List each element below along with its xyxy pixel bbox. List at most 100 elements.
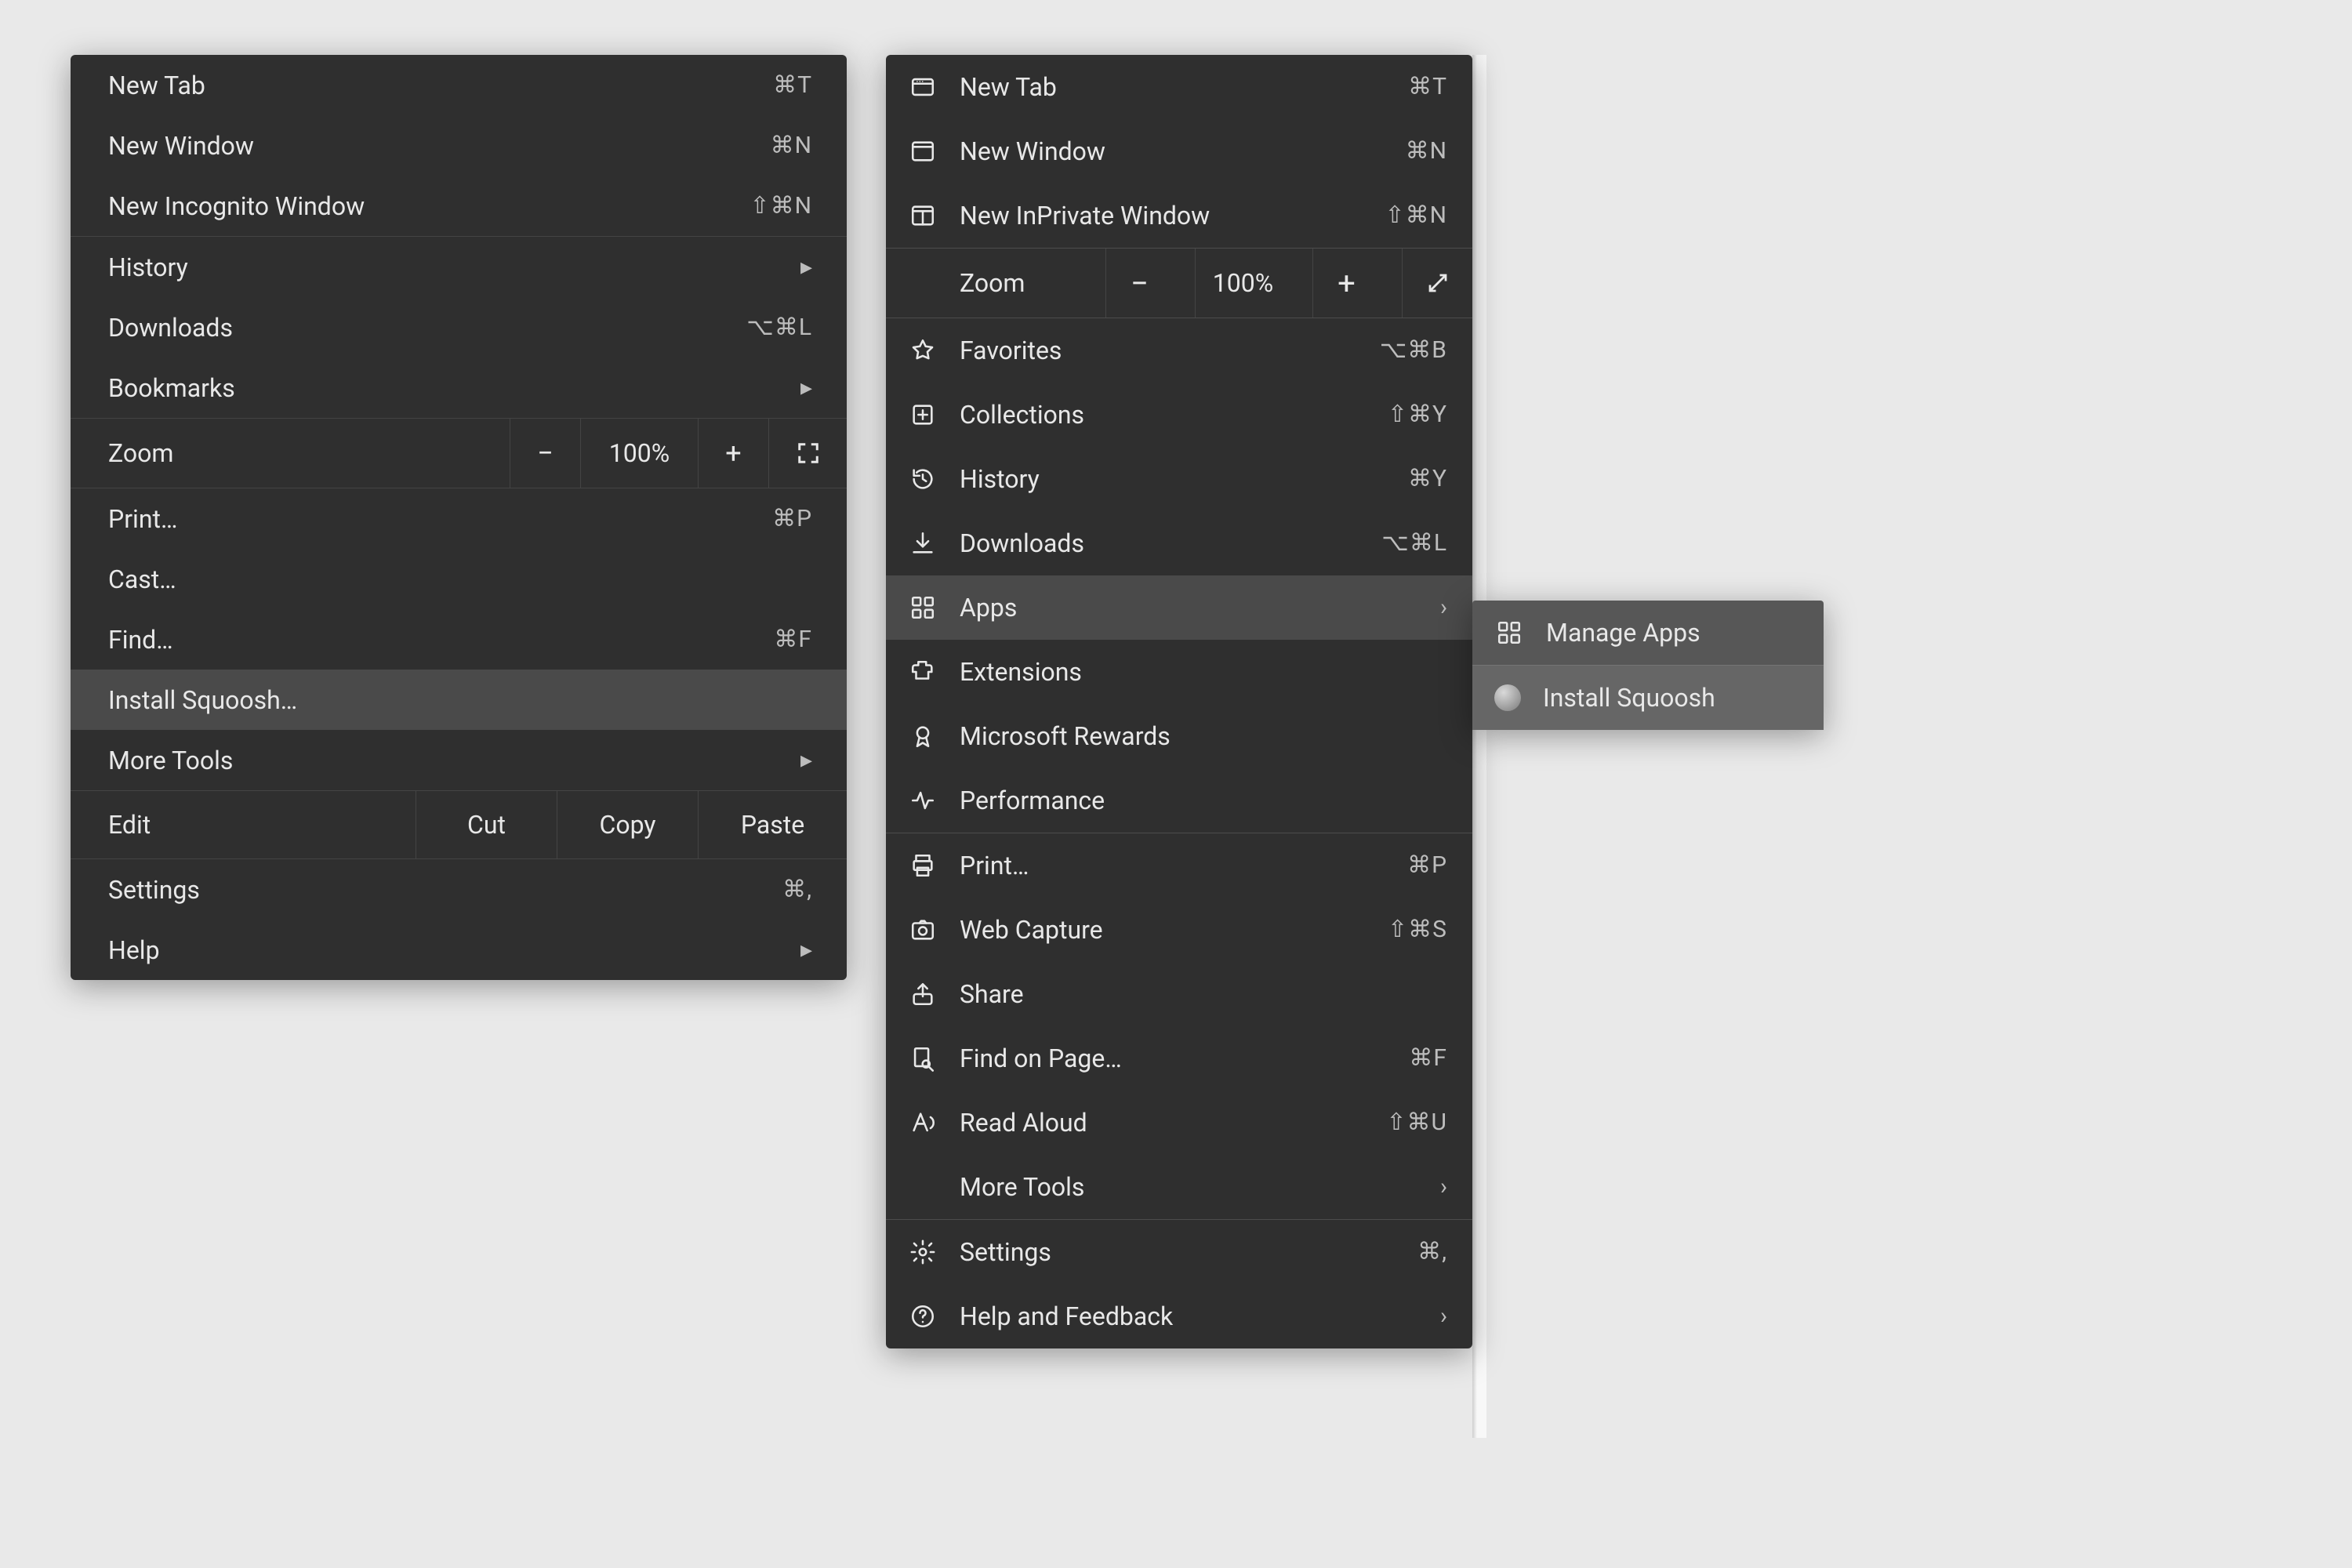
paste-button[interactable]: Paste — [698, 791, 847, 858]
submenu-chevron-icon: › — [1440, 596, 1447, 619]
menu-item-new-tab[interactable]: New Tab ⌘T — [886, 55, 1472, 119]
submenu-item-install-squoosh[interactable]: Install Squoosh — [1472, 666, 1824, 730]
menu-item-history[interactable]: History ▸ — [71, 237, 847, 297]
zoom-out-button[interactable]: − — [1105, 249, 1173, 318]
submenu-chevron-icon: ▸ — [800, 376, 812, 400]
menu-item-new-window[interactable]: New Window ⌘N — [886, 119, 1472, 183]
menu-item-install-app[interactable]: Install Squoosh… — [71, 670, 847, 730]
menu-item-extensions[interactable]: Extensions — [886, 640, 1472, 704]
menu-item-cast[interactable]: Cast… — [71, 549, 847, 609]
menu-item-new-inprivate-window[interactable]: New InPrivate Window ⇧⌘N — [886, 183, 1472, 248]
submenu-chevron-icon: › — [1440, 1305, 1447, 1328]
shortcut-label: ⌘, — [1417, 1240, 1447, 1264]
submenu-item-manage-apps[interactable]: Manage Apps — [1472, 601, 1824, 665]
menu-item-bookmarks[interactable]: Bookmarks ▸ — [71, 358, 847, 418]
shortcut-label: ⌘P — [1407, 854, 1447, 877]
menu-item-more-tools[interactable]: More Tools › — [886, 1155, 1472, 1219]
performance-icon — [908, 786, 938, 815]
menu-item-help[interactable]: Help ▸ — [71, 920, 847, 980]
menu-item-print[interactable]: Print… ⌘P — [886, 833, 1472, 898]
menu-item-favorites[interactable]: Favorites ⌥⌘B — [886, 318, 1472, 383]
submenu-chevron-icon: ▸ — [800, 256, 812, 279]
zoom-value: 100% — [1195, 249, 1290, 318]
new-window-icon — [908, 136, 938, 166]
menu-item-label: New Incognito Window — [108, 194, 750, 219]
shortcut-label: ⌥⌘L — [746, 316, 812, 339]
menu-item-label: Find on Page… — [960, 1046, 1387, 1071]
menu-item-new-incognito-window[interactable]: New Incognito Window ⇧⌘N — [71, 176, 847, 236]
expand-icon — [1426, 271, 1450, 295]
menu-item-more-tools[interactable]: More Tools ▸ — [71, 730, 847, 790]
zoom-row: Zoom − 100% + — [71, 419, 847, 488]
shortcut-label: ⌘F — [1409, 1047, 1447, 1070]
menu-item-label: Cast… — [108, 567, 812, 592]
menu-item-label: Install Squoosh… — [108, 688, 812, 713]
shortcut-label: ⌘F — [774, 628, 812, 652]
web-capture-icon — [908, 915, 938, 945]
menu-item-label: New Tab — [108, 73, 773, 98]
shortcut-label: ⇧⌘U — [1386, 1111, 1447, 1134]
menu-item-label: Microsoft Rewards — [960, 724, 1447, 749]
menu-item-help-and-feedback[interactable]: Help and Feedback › — [886, 1284, 1472, 1348]
menu-item-label: Apps — [960, 595, 1418, 620]
menu-item-label: Web Capture — [960, 917, 1366, 942]
menu-item-new-tab[interactable]: New Tab ⌘T — [71, 55, 847, 115]
copy-button[interactable]: Copy — [557, 791, 698, 858]
share-icon — [908, 979, 938, 1009]
help-icon — [908, 1301, 938, 1331]
extensions-icon — [908, 657, 938, 687]
zoom-out-button[interactable]: − — [510, 419, 580, 488]
shortcut-label: ⌘T — [773, 74, 812, 97]
menu-item-label: New Window — [960, 139, 1384, 164]
settings-icon — [908, 1237, 938, 1267]
menu-item-label: More Tools — [960, 1174, 1418, 1200]
rewards-icon — [908, 721, 938, 751]
menu-item-settings[interactable]: Settings ⌘, — [71, 859, 847, 920]
menu-item-downloads[interactable]: Downloads ⌥⌘L — [71, 297, 847, 358]
shortcut-label: ⌘T — [1408, 75, 1447, 99]
zoom-in-button[interactable]: + — [1312, 249, 1380, 318]
menu-item-downloads[interactable]: Downloads ⌥⌘L — [886, 511, 1472, 575]
shortcut-label: ⌘N — [771, 134, 812, 158]
read-aloud-icon — [908, 1108, 938, 1138]
menu-item-label: Performance — [960, 788, 1447, 813]
menu-item-label: Print… — [960, 853, 1385, 878]
menu-item-performance[interactable]: Performance — [886, 768, 1472, 833]
menu-item-microsoft-rewards[interactable]: Microsoft Rewards — [886, 704, 1472, 768]
menu-item-label: Downloads — [960, 531, 1359, 556]
find-on-page-icon — [908, 1044, 938, 1073]
menu-item-label: Favorites — [960, 338, 1358, 363]
menu-item-web-capture[interactable]: Web Capture ⇧⌘S — [886, 898, 1472, 962]
zoom-controls: − 100% + — [510, 419, 847, 488]
menu-item-settings[interactable]: Settings ⌘, — [886, 1220, 1472, 1284]
shortcut-label: ⌘P — [772, 507, 812, 531]
menu-item-label: New Window — [108, 133, 771, 158]
menu-item-new-window[interactable]: New Window ⌘N — [71, 115, 847, 176]
menu-item-label: Find… — [108, 627, 774, 652]
fullscreen-button[interactable] — [768, 419, 847, 488]
zoom-label: Zoom — [960, 268, 1025, 298]
menu-item-collections[interactable]: Collections ⇧⌘Y — [886, 383, 1472, 447]
menu-item-read-aloud[interactable]: Read Aloud ⇧⌘U — [886, 1091, 1472, 1155]
menu-item-find-on-page[interactable]: Find on Page… ⌘F — [886, 1026, 1472, 1091]
menu-item-find[interactable]: Find… ⌘F — [71, 609, 847, 670]
menu-item-label: Print… — [108, 506, 772, 532]
apps-icon — [1494, 618, 1524, 648]
zoom-value: 100% — [580, 419, 698, 488]
menu-item-apps[interactable]: Apps › — [886, 575, 1472, 640]
menu-item-label: Downloads — [108, 315, 746, 340]
fullscreen-button[interactable] — [1402, 249, 1472, 318]
cut-button[interactable]: Cut — [416, 791, 557, 858]
edge-overflow-menu: New Tab ⌘T New Window ⌘N New InPrivate W… — [886, 55, 1472, 1348]
menu-item-label: New InPrivate Window — [960, 203, 1363, 228]
shortcut-label: ⌘N — [1406, 140, 1447, 163]
menu-item-label: Share — [960, 982, 1447, 1007]
zoom-row: Zoom − 100% + — [886, 249, 1472, 318]
shortcut-label: ⌥⌘B — [1380, 339, 1447, 362]
menu-item-print[interactable]: Print… ⌘P — [71, 488, 847, 549]
menu-item-label: Settings — [960, 1240, 1396, 1265]
favorites-icon — [908, 336, 938, 365]
zoom-in-button[interactable]: + — [698, 419, 768, 488]
menu-item-history[interactable]: History ⌘Y — [886, 447, 1472, 511]
menu-item-share[interactable]: Share — [886, 962, 1472, 1026]
